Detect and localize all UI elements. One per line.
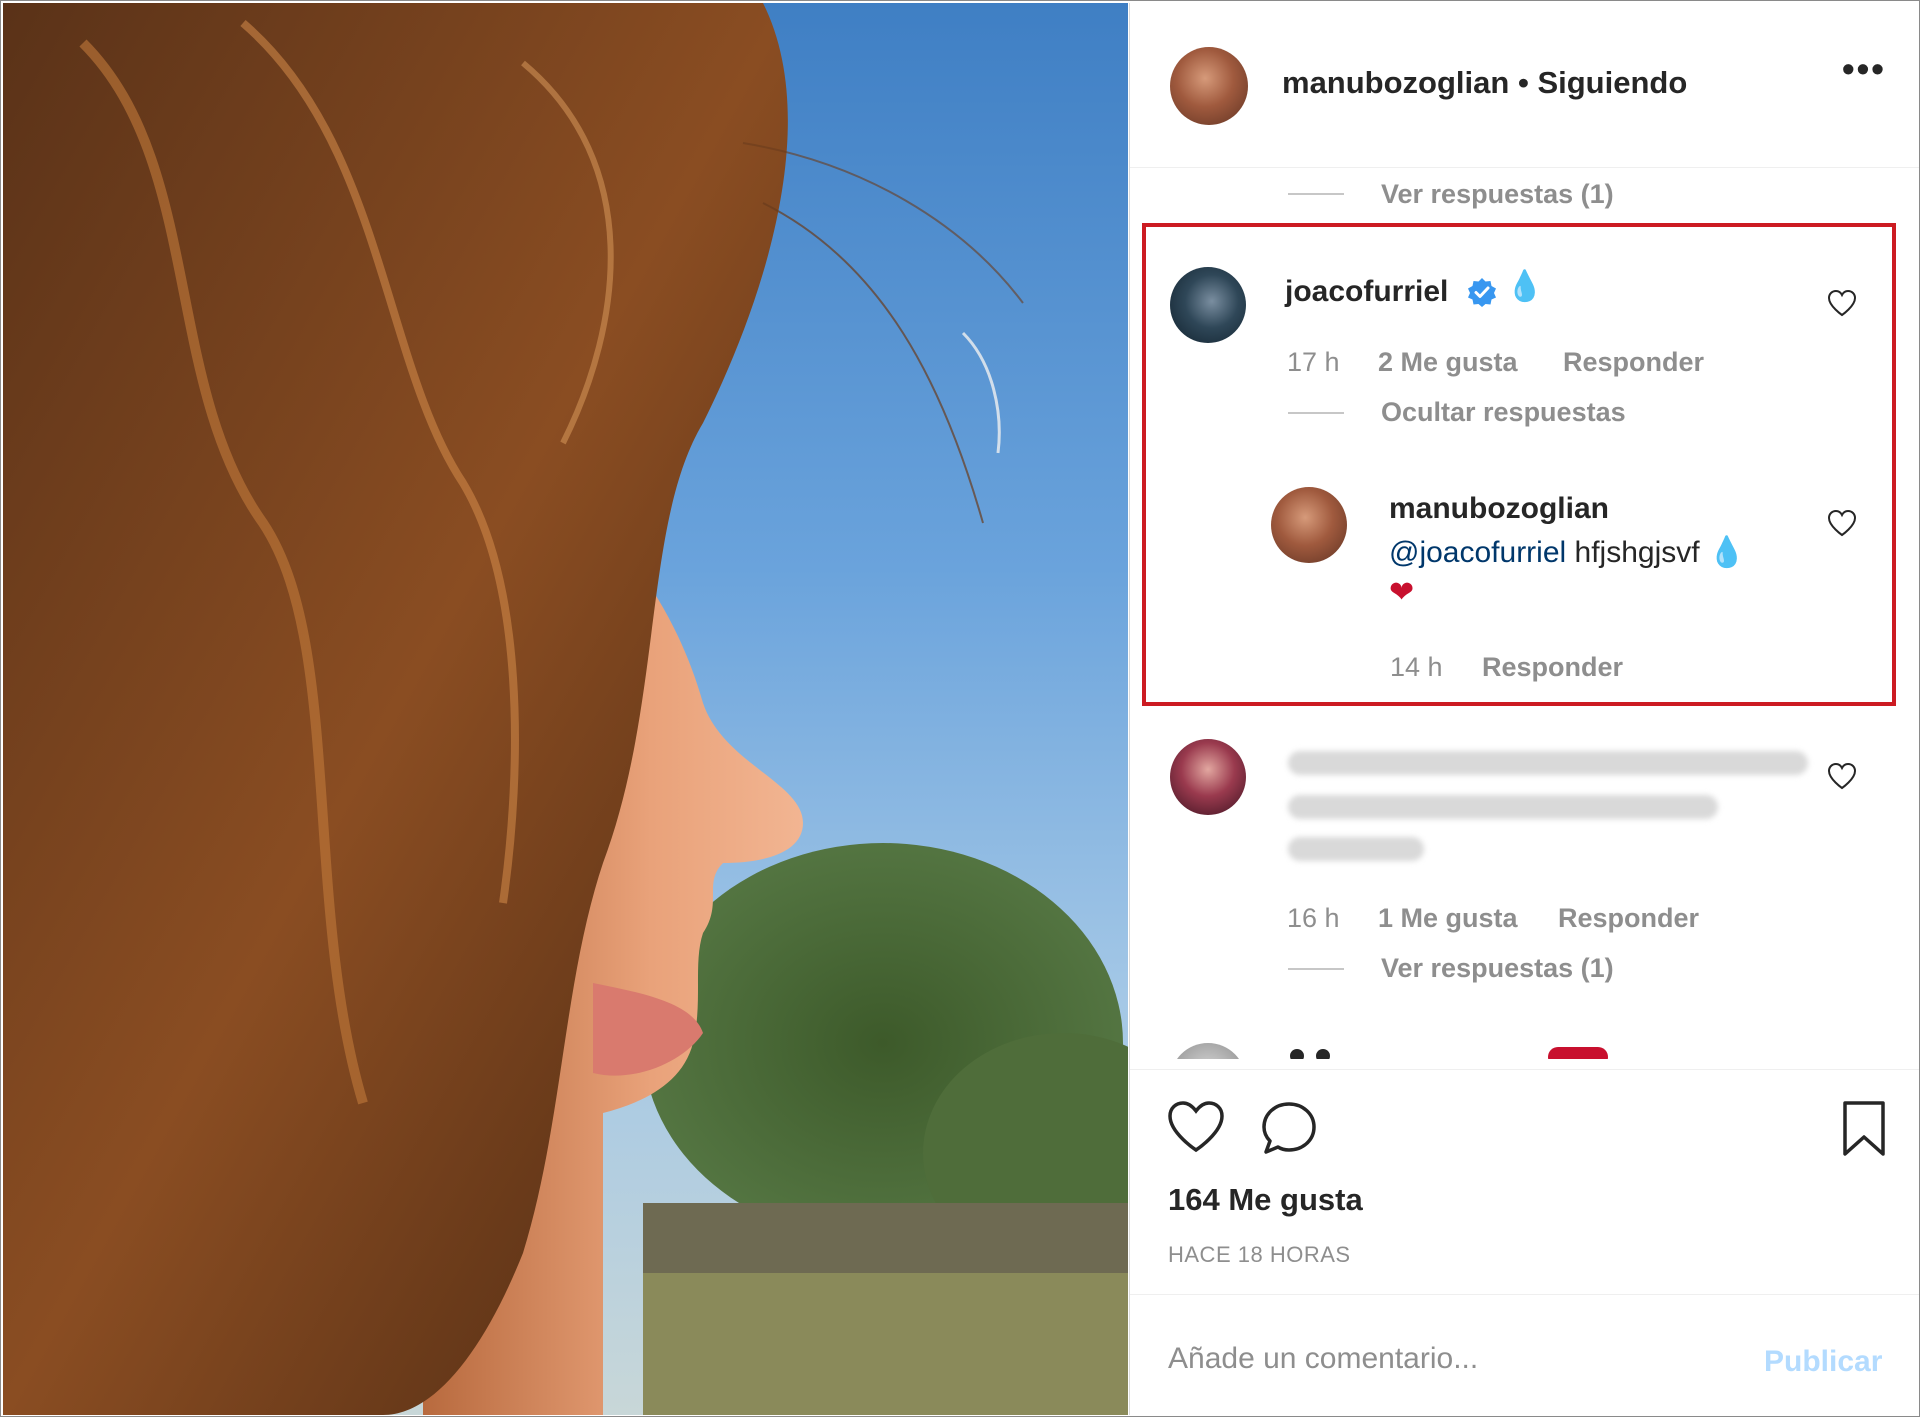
comment-bubble-icon[interactable]: [1260, 1100, 1318, 1156]
view-replies-button[interactable]: Ver respuestas (1): [1381, 953, 1614, 984]
commenter-avatar[interactable]: [1170, 739, 1246, 815]
owner-header-line: manubozoglian • Siguiendo: [1282, 65, 1687, 101]
photo-illustration: [3, 3, 1128, 1415]
comment-reply-button[interactable]: Responder: [1558, 903, 1699, 934]
partial-text: [1290, 1049, 1304, 1059]
view-replies-button[interactable]: Ver respuestas (1): [1381, 179, 1614, 210]
bookmark-icon[interactable]: [1841, 1100, 1887, 1158]
action-bar: 164 Me gusta HACE 18 HORAS Publicar: [1130, 1069, 1919, 1416]
heart-emojis: [1548, 1047, 1608, 1059]
blurred-comment-text: [1288, 751, 1808, 775]
comment-like-heart-icon[interactable]: [1827, 762, 1857, 790]
post-time-ago: HACE 18 HORAS: [1168, 1242, 1351, 1267]
owner-avatar[interactable]: [1170, 47, 1248, 125]
highlight-box: [1142, 223, 1896, 706]
replies-line: [1288, 968, 1344, 970]
follow-status-button[interactable]: Siguiendo: [1537, 65, 1687, 100]
replies-line: [1288, 193, 1344, 195]
comments-panel: manubozoglian • Siguiendo ••• Ver respue…: [1129, 3, 1919, 1416]
commenter-avatar[interactable]: [1170, 1043, 1246, 1059]
next-comment-peek: [1130, 1039, 1919, 1059]
comment-likes[interactable]: 1 Me gusta: [1378, 903, 1518, 934]
partial-text: [1316, 1049, 1330, 1059]
separator-dot: •: [1517, 65, 1529, 100]
publish-button[interactable]: Publicar: [1764, 1345, 1882, 1379]
post-photo[interactable]: [3, 3, 1128, 1415]
likes-count[interactable]: 164 Me gusta: [1168, 1182, 1363, 1218]
owner-username[interactable]: manubozoglian: [1282, 65, 1509, 100]
post-window: manubozoglian • Siguiendo ••• Ver respue…: [0, 0, 1920, 1417]
post-header: manubozoglian • Siguiendo •••: [1130, 3, 1919, 168]
heart-icon[interactable]: [1167, 1100, 1225, 1154]
comment-time[interactable]: 16 h: [1287, 903, 1340, 934]
comment-bar: Publicar: [1130, 1294, 1919, 1416]
add-comment-input[interactable]: [1166, 1341, 1730, 1377]
more-options-icon[interactable]: •••: [1842, 51, 1888, 89]
blurred-comment-text: [1288, 837, 1424, 861]
blurred-comment-text: [1288, 795, 1718, 819]
